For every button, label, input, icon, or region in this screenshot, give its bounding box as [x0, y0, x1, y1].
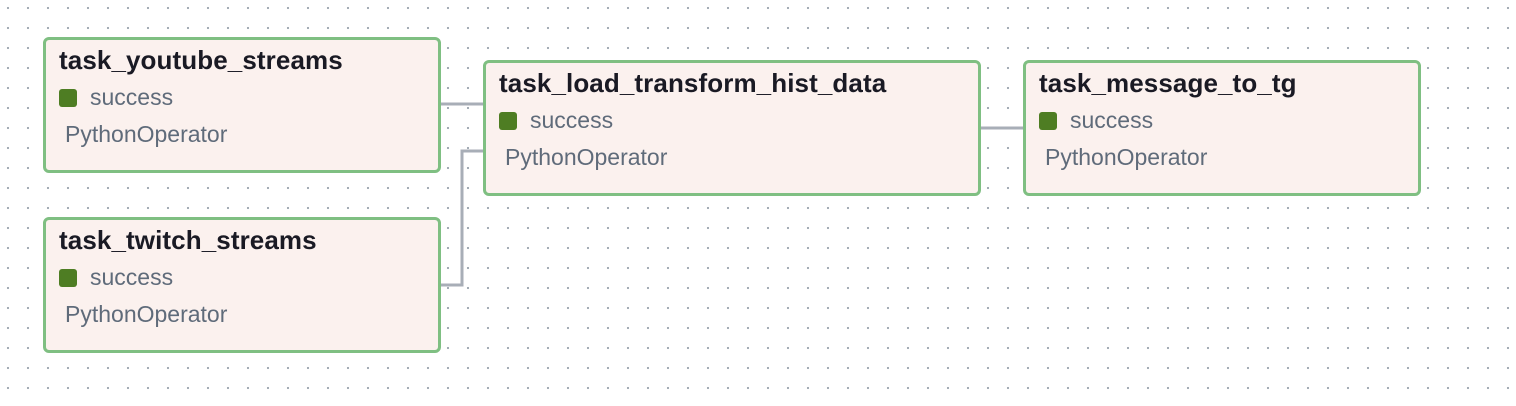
task-status: success	[59, 84, 173, 111]
task-node-message-to-tg[interactable]: task_message_to_tg success PythonOperato…	[1023, 60, 1421, 196]
status-label: success	[90, 84, 174, 110]
task-title: task_twitch_streams	[59, 225, 317, 255]
task-title: task_message_to_tg	[1039, 68, 1297, 98]
edge-twitch-to-load	[440, 149, 484, 287]
status-success-icon	[1039, 111, 1057, 130]
task-title: task_youtube_streams	[59, 45, 343, 75]
status-success-icon	[59, 88, 77, 107]
task-status: success	[499, 107, 613, 134]
task-node-twitch-streams[interactable]: task_twitch_streams success PythonOperat…	[43, 217, 441, 353]
status-label: success	[1070, 107, 1154, 133]
task-operator: PythonOperator	[505, 144, 668, 170]
status-success-icon	[59, 268, 77, 287]
status-success-icon	[499, 111, 517, 130]
task-status: success	[59, 264, 173, 291]
task-node-load-transform-hist-data[interactable]: task_load_transform_hist_data success Py…	[483, 60, 981, 196]
task-operator: PythonOperator	[1045, 144, 1208, 170]
task-operator: PythonOperator	[65, 121, 228, 147]
status-label: success	[530, 107, 614, 133]
task-operator: PythonOperator	[65, 301, 228, 327]
task-status: success	[1039, 107, 1153, 134]
task-title: task_load_transform_hist_data	[499, 68, 887, 98]
status-label: success	[90, 264, 174, 290]
task-node-youtube-streams[interactable]: task_youtube_streams success PythonOpera…	[43, 37, 441, 173]
